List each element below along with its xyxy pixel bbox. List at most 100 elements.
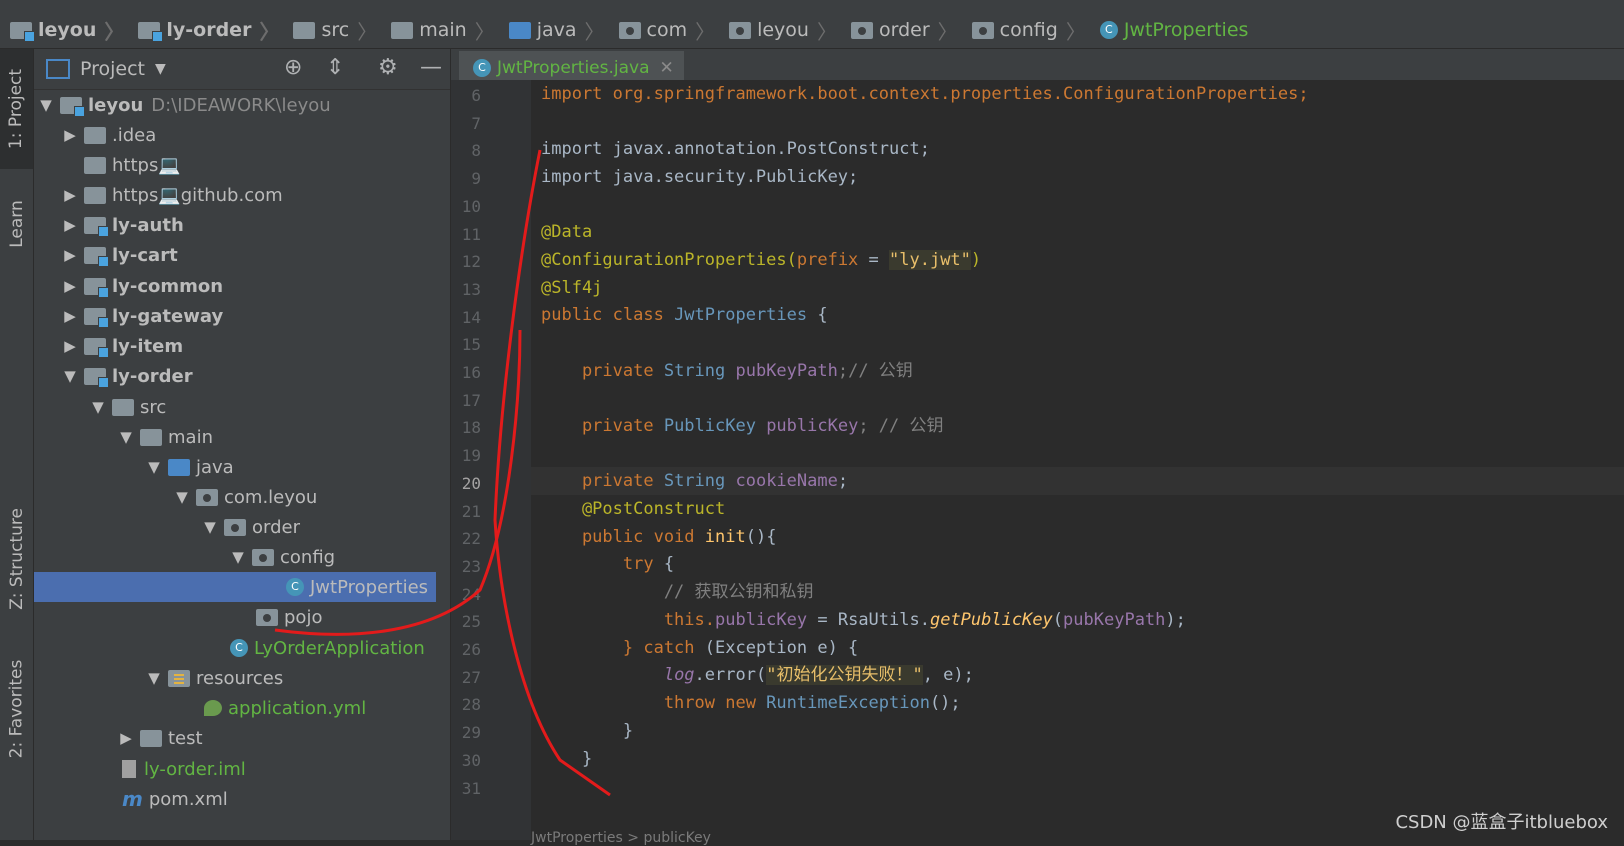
tree-item[interactable]: ▼ leyou D:\IDEAWORK\leyou: [34, 90, 434, 120]
line-number: 7: [471, 113, 481, 133]
code-line: }: [541, 721, 634, 741]
code-editor[interactable]: import org.springframework.boot.context.…: [531, 80, 1624, 840]
module-folder-icon: [138, 21, 164, 42]
tree-item[interactable]: m pom.xml: [34, 784, 518, 814]
breadcrumb-item[interactable]: leyou 〉: [0, 12, 128, 48]
line-number: 30: [461, 750, 481, 770]
tab-structure[interactable]: Z: Structure: [0, 499, 33, 619]
tree-item[interactable]: ▶ .idea: [34, 120, 460, 150]
tree-item[interactable]: ▶ ly-common: [34, 271, 460, 301]
tab-learn[interactable]: Learn: [0, 179, 33, 269]
maven-icon: m: [122, 787, 143, 811]
hide-icon[interactable]: —: [420, 55, 442, 80]
tree-item[interactable]: ▶ ly-auth: [34, 210, 460, 240]
locate-icon[interactable]: ⊕: [284, 55, 302, 80]
line-number: 12: [461, 252, 481, 272]
tree-item[interactable]: ly-order.iml: [34, 754, 518, 784]
source-folder-icon: [168, 458, 190, 476]
breadcrumb-item[interactable]: config 〉: [962, 12, 1090, 48]
line-number: 8: [471, 141, 481, 161]
tab-project[interactable]: 1: Project: [0, 49, 33, 169]
line-number: 31: [461, 778, 481, 798]
code-line: @Slf4j: [541, 278, 603, 298]
class-icon: C: [473, 59, 491, 77]
tree-item-selected[interactable]: C JwtProperties: [34, 572, 436, 602]
breadcrumb: leyou 〉 ly-order 〉 src 〉 main 〉 java 〉 com 〉 l…: [0, 12, 1624, 49]
package-icon: [618, 21, 641, 39]
module-folder-icon: [84, 337, 109, 358]
line-number: 13: [461, 279, 481, 299]
code-line: private PublicKey publicKey; // 公钥: [541, 416, 944, 436]
class-icon: C: [286, 578, 304, 596]
code-line: @PostConstruct: [541, 499, 726, 519]
breadcrumb-item[interactable]: order 〉: [841, 12, 962, 48]
code-line: } catch (Exception e) {: [541, 638, 859, 658]
code-line: try {: [541, 554, 675, 574]
code-line: throw new RuntimeException();: [541, 693, 961, 713]
tree-item[interactable]: ▼ src: [34, 392, 488, 422]
code-line: }: [541, 749, 593, 769]
close-icon[interactable]: ✕: [660, 58, 674, 78]
package-icon: [256, 608, 278, 626]
tree-item[interactable]: ▼ main: [34, 422, 516, 452]
line-number: 29: [461, 723, 481, 743]
project-view-icon: [46, 59, 70, 79]
breadcrumb-item[interactable]: java 〉: [499, 12, 609, 48]
line-number: 26: [461, 640, 481, 659]
breadcrumb-item[interactable]: src 〉: [283, 12, 381, 48]
package-icon: [850, 21, 873, 39]
line-number: 6: [471, 86, 481, 105]
breadcrumb-item[interactable]: leyou 〉: [719, 12, 841, 48]
project-view-selector[interactable]: Project: [80, 58, 145, 80]
code-line: public void init(){: [541, 527, 777, 547]
tree-item[interactable]: ▶ https💻github.com: [34, 180, 460, 210]
line-number-gutter: 6 7 8 9 10 11 12 13 14 15 16 17 18 19 20 21 22 23 24 25 26 27…: [451, 80, 531, 840]
breadcrumb-item[interactable]: com 〉: [609, 12, 720, 48]
line-number: 23: [461, 556, 481, 576]
code-line: log.error("初始化公钥失败！", e);: [663, 665, 974, 685]
breadcrumb-item[interactable]: ly-order 〉: [128, 12, 283, 48]
line-number: 17: [461, 390, 481, 410]
folder-icon: [391, 21, 414, 39]
tree-item[interactable]: ▶ ly-gateway: [34, 301, 460, 331]
package-icon: [252, 548, 274, 566]
breadcrumb-item[interactable]: C JwtProperties: [1090, 12, 1253, 48]
tree-item[interactable]: ▶ ly-item: [34, 331, 460, 361]
code-line: import javax.annotation.PostConstruct;: [541, 139, 930, 159]
tree-item[interactable]: https💻: [34, 150, 480, 180]
project-tool-window: Project ▼ ⊕ ⇕ ⚙ — ▼ leyou D:\IDEAWORK\leyo…: [34, 49, 480, 840]
package-icon: [729, 21, 752, 39]
line-number: 20: [461, 473, 481, 493]
tree-item[interactable]: ▼ ly-order: [34, 361, 460, 391]
folder-icon: [140, 729, 162, 747]
gear-icon[interactable]: ⚙: [378, 55, 398, 80]
resources-folder-icon: [168, 669, 190, 687]
line-number: 10: [461, 196, 481, 216]
iml-file-icon: [122, 760, 136, 778]
code-line: private String cookieName;: [541, 471, 849, 491]
line-number: 28: [461, 695, 481, 715]
line-number: 15: [461, 335, 481, 355]
tree-item[interactable]: ▶ test: [34, 723, 516, 753]
module-folder-icon: [84, 367, 109, 388]
module-folder-icon: [84, 307, 109, 328]
tree-item[interactable]: ▶ ly-cart: [34, 240, 460, 270]
line-number: 16: [461, 363, 481, 382]
source-folder-icon: [508, 21, 531, 39]
module-folder-icon: [10, 21, 35, 42]
collapse-all-icon[interactable]: ⇕: [326, 55, 344, 80]
code-line: import java.security.PublicKey;: [541, 167, 859, 187]
chevron-down-icon[interactable]: ▼: [155, 61, 166, 77]
code-line: // 获取公钥和私钥: [541, 582, 814, 602]
line-number: 25: [461, 612, 481, 632]
breadcrumb-fragment: JwtProperties > publicKey: [531, 830, 711, 846]
folder-icon: [84, 156, 106, 174]
package-icon: [224, 518, 246, 536]
code-line: public class JwtProperties {: [541, 305, 828, 325]
tab-favorites[interactable]: 2: Favorites: [0, 649, 33, 769]
spring-class-icon: C: [230, 639, 248, 657]
folder-icon: [84, 126, 106, 144]
code-line: import org.springframework.boot.context.…: [541, 84, 1309, 104]
breadcrumb-item[interactable]: main 〉: [381, 12, 498, 48]
code-line: this.publicKey = RsaUtils.getPublicKey(p…: [541, 610, 1186, 630]
